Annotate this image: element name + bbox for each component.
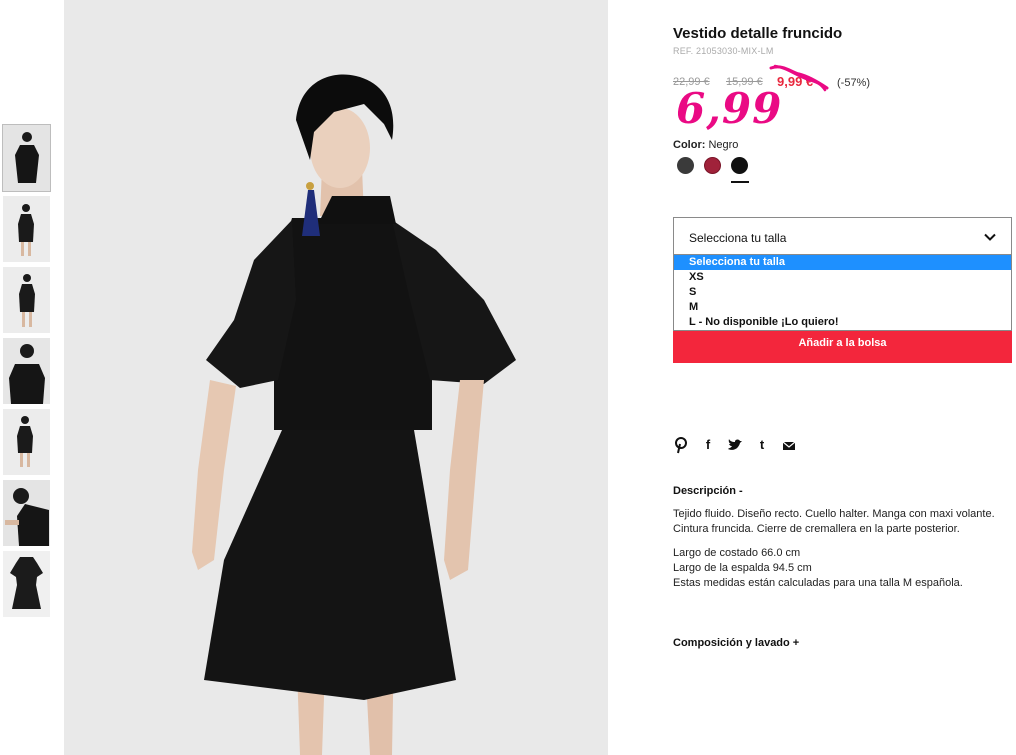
size-option[interactable]: Selecciona tu talla (674, 255, 1011, 270)
thumbnail-3[interactable] (3, 267, 50, 333)
color-value: Negro (708, 139, 739, 151)
measure-back: Largo de la espalda 94.5 cm (673, 562, 812, 574)
measure-side: Largo de costado 66.0 cm (673, 547, 801, 559)
thumbnail-7[interactable] (3, 551, 50, 617)
measure-note: Estas medidas están calculadas para una … (673, 577, 963, 589)
color-row: Color: Negro (673, 139, 738, 151)
thumbnail-2[interactable] (3, 196, 50, 262)
description-toggle[interactable]: Descripción - (673, 485, 743, 497)
product-title: Vestido detalle fruncido (673, 25, 843, 42)
pinterest-icon[interactable] (673, 436, 689, 454)
size-option[interactable]: XS (674, 270, 1011, 285)
twitter-icon[interactable] (727, 436, 743, 454)
swatch-selected-indicator (731, 181, 749, 183)
composition-toggle[interactable]: Composición y lavado + (673, 637, 799, 649)
size-option[interactable]: L - No disponible ¡Lo quiero! (674, 315, 1011, 330)
facebook-icon[interactable]: f (700, 436, 716, 454)
size-option[interactable]: S (674, 285, 1011, 300)
thumbnail-5[interactable] (3, 409, 50, 475)
swatch-dark-grey[interactable] (677, 157, 694, 174)
size-select[interactable]: Selecciona tu talla (673, 217, 1012, 255)
tumblr-icon[interactable]: t (754, 436, 770, 454)
product-image (64, 0, 608, 755)
size-option[interactable]: M (674, 300, 1011, 315)
discount-badge: (-57%) (837, 77, 871, 89)
thumbnail-1[interactable] (2, 124, 51, 192)
size-select-label: Selecciona tu talla (689, 231, 787, 245)
handwritten-new-price: 6,99 (676, 84, 783, 133)
swatch-burgundy[interactable] (704, 157, 721, 174)
thumbnail-6[interactable] (3, 480, 50, 546)
email-icon[interactable] (781, 436, 797, 454)
add-to-bag-label: Añadir a la bolsa (798, 337, 887, 349)
swatch-black[interactable] (731, 157, 748, 174)
description-text: Tejido fluido. Diseño recto. Cuello halt… (673, 508, 995, 535)
description-body: Tejido fluido. Diseño recto. Cuello halt… (673, 507, 1008, 591)
chevron-down-icon (984, 233, 996, 241)
thumbnail-4[interactable] (3, 338, 50, 404)
size-dropdown: Selecciona tu talla XS S M L - No dispon… (673, 255, 1012, 331)
color-label: Color: (673, 139, 706, 151)
thumbnail-list (2, 124, 51, 622)
product-ref: REF. 21053030-MIX-LM (673, 46, 774, 56)
